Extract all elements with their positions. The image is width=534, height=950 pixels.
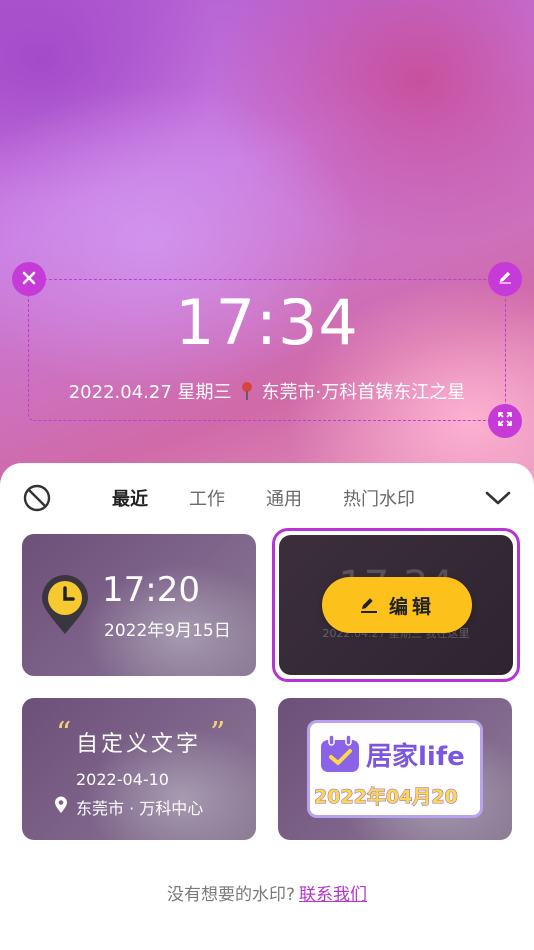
template-clock-time: 17:20 — [102, 570, 200, 610]
location-icon — [54, 796, 68, 818]
template-custom-date: 2022-04-10 — [76, 770, 169, 789]
quote-close: ” — [210, 716, 226, 751]
tab-popular[interactable]: 热门水印 — [343, 485, 415, 511]
edit-template-button[interactable]: 编辑 — [322, 577, 472, 633]
footer-question: 没有想要的水印? — [166, 885, 296, 905]
watermark-location: 东莞市·万科首铸东江之星 — [261, 382, 466, 403]
delete-watermark-button[interactable] — [12, 262, 46, 296]
template-card-clock[interactable]: 17:20 2022年9月15日 — [22, 534, 256, 676]
no-watermark-icon[interactable] — [22, 483, 52, 517]
template-custom-text: 自定义文字 — [76, 732, 202, 757]
watermark-time: 17:34 — [175, 286, 359, 359]
watermark-date: 2022.04.27 星期三 — [68, 382, 232, 403]
watermark-category-tabs: 最近 工作 通用 热门水印 — [0, 463, 534, 533]
pencil-icon — [497, 269, 513, 289]
template-card-selected[interactable]: 17:34 2022.04.27 星期三 我在这里 编辑 — [279, 535, 513, 675]
expand-icon — [497, 411, 513, 431]
template-custom-location: 东莞市 · 万科中心 — [76, 799, 204, 818]
template-card-home-life[interactable]: 居家life 2022年04月20 — [278, 698, 512, 840]
edit-watermark-handle[interactable] — [488, 262, 522, 296]
template-home-title: 居家life — [366, 742, 465, 772]
tab-recent[interactable]: 最近 — [112, 485, 148, 511]
location-pin-icon — [240, 381, 254, 406]
template-clock-date: 2022年9月15日 — [104, 621, 231, 641]
watermark-info: 2022.04.27 星期三 东莞市·万科首铸东江之星 — [0, 378, 534, 406]
close-icon — [22, 270, 36, 289]
chevron-down-icon — [484, 491, 512, 511]
contact-us-link[interactable]: 联系我们 — [299, 885, 367, 905]
tab-work[interactable]: 工作 — [189, 485, 225, 511]
edit-pen-icon — [359, 596, 379, 614]
template-card-custom-text[interactable]: “ 自定义文字 ” 2022-04-10 东莞市 · 万科中心 — [22, 698, 256, 840]
quote-open: “ — [56, 716, 72, 751]
calendar-check-icon — [319, 734, 361, 778]
edit-label: 编辑 — [388, 595, 435, 618]
resize-watermark-handle[interactable] — [488, 404, 522, 438]
collapse-panel-button[interactable] — [484, 489, 512, 511]
photo-background — [0, 0, 534, 520]
clock-pin-icon — [40, 574, 90, 640]
footer-help: 没有想要的水印? 联系我们 — [0, 880, 534, 905]
template-home-date: 2022年04月20 — [314, 786, 459, 809]
tab-general[interactable]: 通用 — [266, 485, 302, 511]
